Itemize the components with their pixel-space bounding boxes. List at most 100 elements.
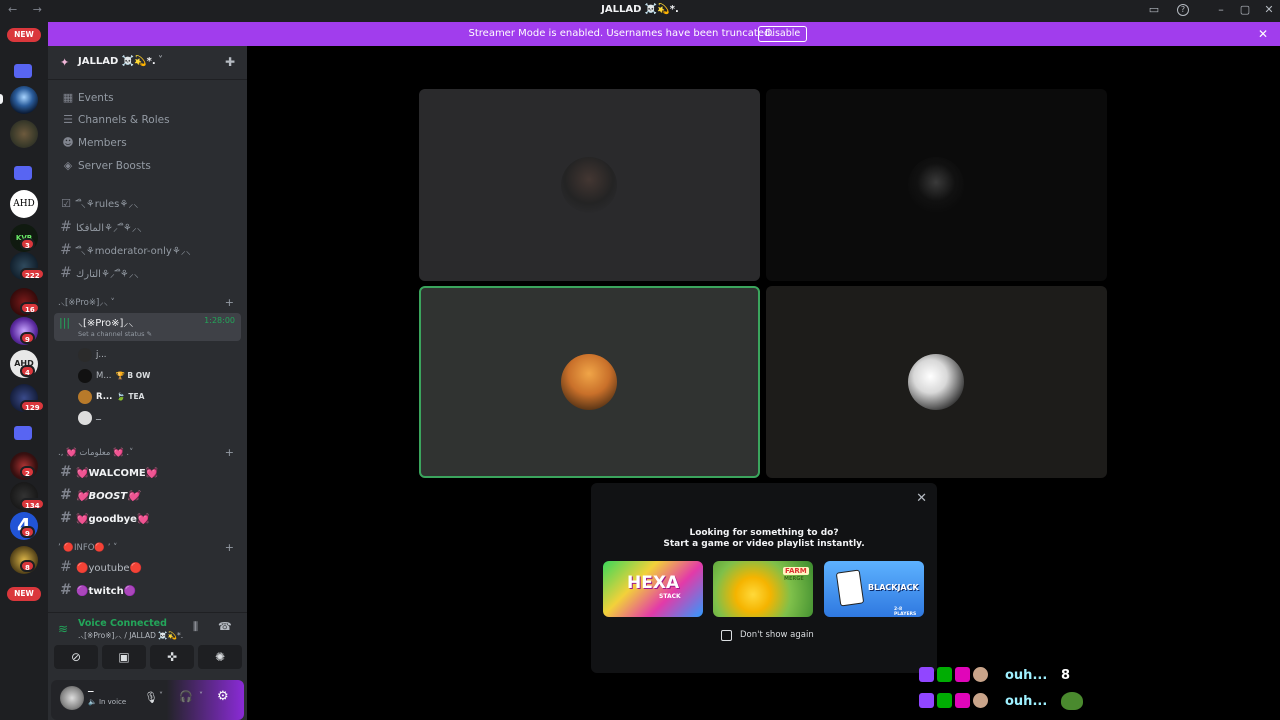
screen-share-button[interactable]: ▣	[102, 645, 146, 669]
user-name[interactable]: ــ	[88, 685, 93, 694]
add-channel-icon[interactable]: +	[225, 296, 234, 310]
category-voice[interactable]: .⸜[※Pro※]⸝⸜ ˅ +	[58, 296, 238, 310]
disconnect-icon[interactable]: ☎	[218, 620, 232, 633]
notification-badge: 9	[20, 332, 35, 344]
participant-tile[interactable]	[419, 89, 760, 281]
popup-title: Looking for something to do?	[689, 528, 839, 538]
activities-button[interactable]: ✜	[150, 645, 194, 669]
activity-suggestion-popup: ✕ Looking for something to do? Start a g…	[591, 483, 937, 673]
avatar	[78, 347, 92, 362]
chat-message: ouh...	[1005, 668, 1048, 683]
user-avatar[interactable]	[60, 686, 84, 710]
category-info[interactable]: ʼ 🔴INFO🔴 ʼ ˅ +	[58, 541, 238, 555]
minimize-icon[interactable]: –	[1215, 4, 1227, 16]
notification-badge: 2	[20, 466, 35, 478]
channel-text[interactable]: # ࢑⸜⚘المافكا⚘⸝⸜	[58, 217, 238, 237]
hash-icon: #	[60, 464, 72, 480]
game-card-hexa[interactable]: HEXA STACK	[603, 561, 703, 617]
channel-text[interactable]: # ࢑⸜⚘التارك⚘⸝⸜	[58, 263, 238, 283]
inbox-icon[interactable]: ▭	[1148, 4, 1160, 16]
participant-tile-speaking[interactable]	[419, 286, 760, 478]
dont-show-again-checkbox[interactable]	[721, 630, 732, 641]
new-badge-bottom: NEW	[7, 587, 41, 601]
add-channel-icon[interactable]: +	[225, 446, 234, 460]
calendar-icon: ▦	[62, 91, 74, 104]
notification-badge: 129	[20, 400, 45, 412]
window-title: JALLAD ☠️💫*.	[601, 4, 679, 15]
menu-members[interactable]: ☻ Members	[60, 134, 126, 152]
chat-count: 8	[1061, 668, 1071, 683]
voice-user[interactable]: M... 🏆 B OW	[78, 367, 228, 385]
streamer-mode-text: Streamer Mode is enabled. Usernames have…	[468, 28, 774, 39]
dont-show-again-label: Don't show again	[740, 630, 814, 640]
microphone-icon[interactable]: 🎙	[144, 691, 158, 704]
popup-subtitle: Start a game or video playlist instantly…	[663, 539, 865, 549]
chevron-down-icon: ˅	[158, 55, 163, 66]
noise-suppression-icon[interactable]: ⫼	[193, 620, 198, 634]
mic-options-icon[interactable]: ˅	[159, 691, 163, 700]
audio-options-icon[interactable]: ˅	[199, 691, 203, 700]
hash-icon: #	[60, 510, 72, 526]
user-status: 🔈 In voice	[88, 698, 127, 706]
menu-channels-roles[interactable]: ☰ Channels & Roles	[60, 111, 169, 129]
participant-tile[interactable]	[766, 286, 1107, 478]
camera-off-button[interactable]: ⊘	[54, 645, 98, 669]
channel-walcome[interactable]: # 💓WALCOME💓	[58, 462, 238, 482]
add-channel-icon[interactable]: +	[225, 541, 234, 555]
close-window-icon[interactable]: ✕	[1263, 4, 1275, 16]
user-panel: ــ 🔈 In voice 🎙 ˅ 🎧 ˅ ⚙	[51, 680, 244, 720]
menu-events[interactable]: ▦ Events	[60, 89, 114, 107]
close-banner-icon[interactable]: ✕	[1258, 27, 1268, 41]
channel-youtube[interactable]: # 🔴youtube🔴	[58, 557, 238, 577]
voice-channel-path[interactable]: .⸜[※Pro※]⸝⸜ / JALLAD ☠️💫*.	[78, 631, 183, 641]
hash-icon: #	[60, 219, 72, 235]
settings-gear-icon[interactable]: ⚙	[217, 689, 229, 704]
server-folder-icon[interactable]	[14, 64, 32, 78]
channel-rules[interactable]: ☑ ࢑⸜⚘rules⚘⸝⸜	[58, 194, 238, 214]
invite-icon[interactable]: ✚	[225, 55, 235, 69]
voice-connection-panel: ≋ Voice Connected .⸜[※Pro※]⸝⸜ / JALLAD ☠…	[48, 612, 247, 676]
disable-streamer-mode-button[interactable]: Disable	[758, 26, 808, 42]
user-badge-icon	[973, 693, 988, 708]
list-icon: ☰	[63, 113, 73, 126]
maximize-icon[interactable]: ▢	[1239, 4, 1251, 16]
rules-icon: ☑	[61, 197, 71, 210]
signal-icon: ≋	[58, 622, 69, 636]
game-card-blackjack[interactable]: BLACKJACK 2-8 PLAYERS	[824, 561, 924, 617]
server-icon-crystal[interactable]	[10, 86, 38, 114]
notification-badge: 134	[20, 498, 45, 510]
twitch-badge-icon	[919, 667, 934, 682]
chat-message: ouh...	[1005, 694, 1048, 709]
server-icon-tank[interactable]	[10, 120, 38, 148]
voice-activity-icon: |||	[59, 316, 71, 329]
server-header[interactable]: ✦ JALLAD ☠️💫*. ˅ ✚	[48, 46, 247, 80]
help-icon[interactable]: ?	[1177, 4, 1189, 16]
channel-status-hint[interactable]: Set a channel status ✎	[78, 330, 152, 338]
channel-boost[interactable]: # 💓BOOST💓	[58, 485, 238, 505]
boost-icon: ◈	[63, 159, 73, 172]
menu-server-boosts[interactable]: ◈ Server Boosts	[60, 157, 151, 175]
server-folder-icon[interactable]	[14, 166, 32, 180]
voice-channel-active[interactable]: ||| ⸜[※Pro※]⸝⸜ 1:28:00 Set a channel sta…	[54, 313, 241, 341]
server-icon-ahd[interactable]: AHD	[10, 190, 38, 218]
voice-user[interactable]: ــ	[78, 409, 228, 427]
soundboard-button[interactable]: ✺	[198, 645, 242, 669]
participant-avatar	[561, 354, 617, 410]
channel-moderator-only[interactable]: # ࢑⸜⚘moderator-only⚘⸝⸜	[58, 240, 238, 260]
voice-user[interactable]: j...	[78, 346, 228, 364]
channel-goodbye[interactable]: # 💓goodbye💓	[58, 508, 238, 528]
headphones-icon[interactable]: 🎧	[179, 690, 193, 703]
close-icon[interactable]: ✕	[916, 491, 927, 506]
channel-twitch[interactable]: # 🟣twitch🟣	[58, 580, 238, 600]
new-badge-top: NEW	[7, 28, 41, 42]
server-folder-icon[interactable]	[14, 426, 32, 440]
chat-overlay-line: ouh... 8	[917, 666, 1087, 686]
participant-tile[interactable]	[766, 89, 1107, 281]
category-hearts[interactable]: ., 💓 معلومات 💓 .˅ +	[58, 446, 238, 460]
voice-user[interactable]: R... 🍃 TEA	[78, 388, 228, 406]
server-badge-icon: ✦	[60, 56, 70, 69]
voice-channel-name: ⸜[※Pro※]⸝⸜	[78, 318, 134, 329]
game-card-farm-merge[interactable]: FARM MERGE	[713, 561, 813, 617]
subscriber-badge-icon	[955, 693, 970, 708]
voice-connected-status[interactable]: Voice Connected	[78, 618, 167, 629]
